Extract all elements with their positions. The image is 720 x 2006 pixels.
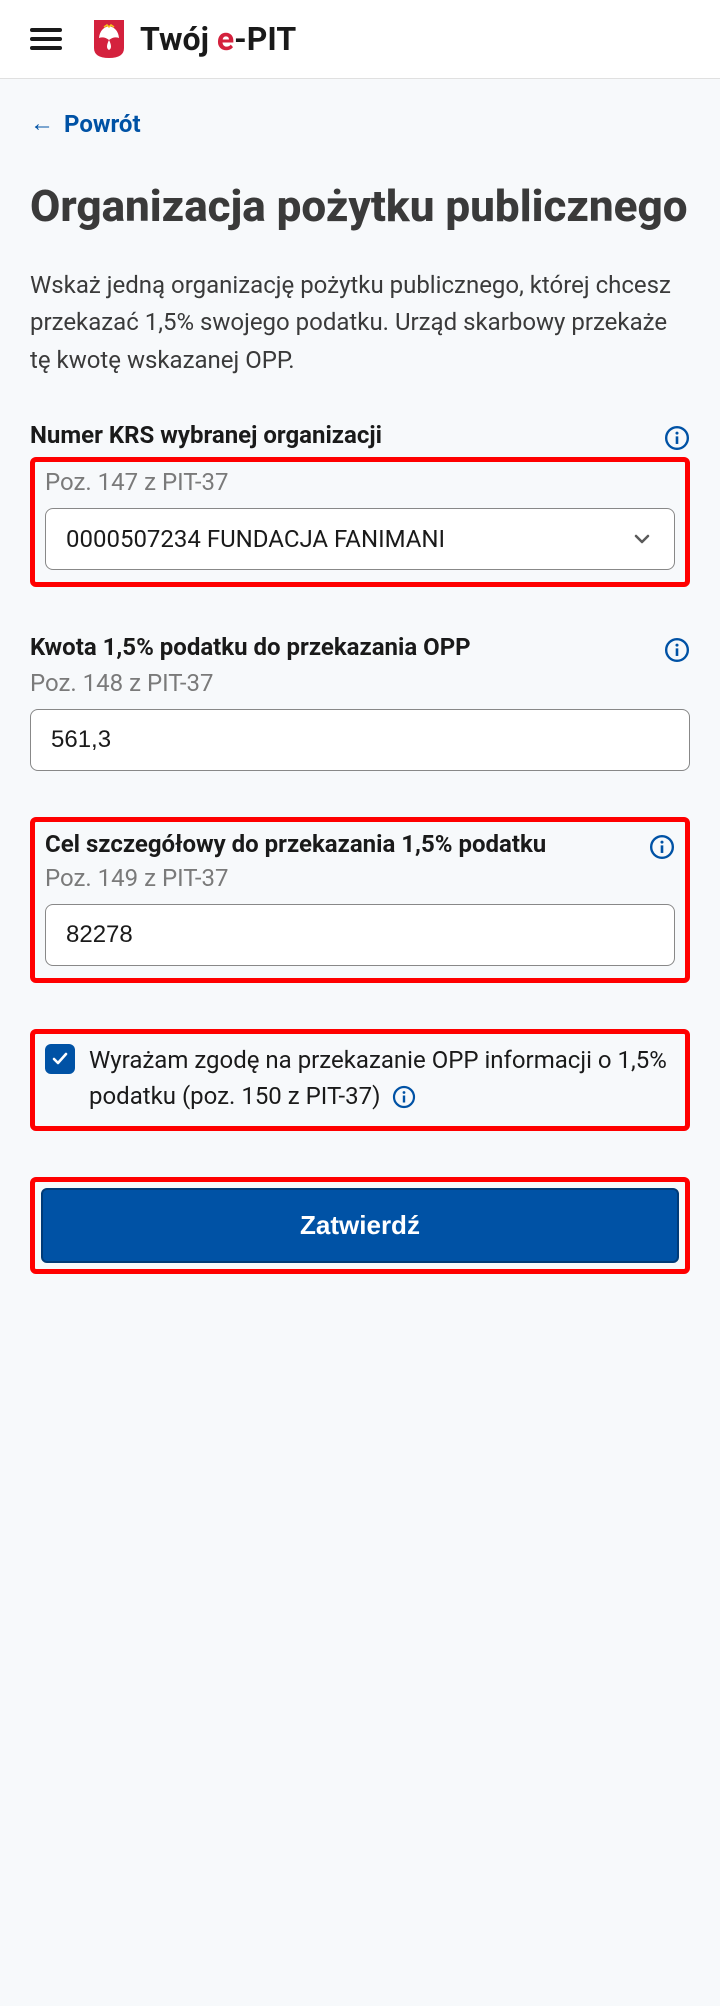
page-title: Organizacja pożytku publicznego	[30, 178, 690, 235]
eagle-emblem-icon	[90, 18, 128, 60]
krs-highlight-box: Poz. 147 z PIT-37 0000507234 FUNDACJA FA…	[30, 457, 690, 587]
purpose-label: Cel szczegółowy do przekazania 1,5% poda…	[45, 830, 649, 858]
consent-checkbox[interactable]	[45, 1044, 75, 1074]
consent-highlight-box: Wyrażam zgodę na przekazanie OPP informa…	[30, 1029, 690, 1131]
app-header: Twój e-PIT	[0, 0, 720, 79]
menu-icon[interactable]	[30, 28, 62, 50]
purpose-input[interactable]	[45, 904, 675, 966]
purpose-caption: Poz. 149 z PIT-37	[45, 864, 675, 892]
back-button[interactable]: ← Powrót	[30, 109, 141, 138]
info-icon[interactable]	[664, 637, 690, 663]
back-label: Powrót	[64, 110, 141, 138]
info-icon[interactable]	[664, 425, 690, 451]
amount-label: Kwota 1,5% podatku do przekazania OPP	[30, 633, 664, 661]
amount-input[interactable]	[30, 709, 690, 771]
consent-text: Wyrażam zgodę na przekazanie OPP informa…	[89, 1042, 675, 1114]
purpose-highlight-box: Cel szczegółowy do przekazania 1,5% poda…	[30, 817, 690, 983]
krs-value: 0000507234 FUNDACJA FANIMANI	[66, 525, 445, 553]
submit-button[interactable]: Zatwierdź	[41, 1188, 679, 1263]
krs-select[interactable]: 0000507234 FUNDACJA FANIMANI	[45, 508, 675, 570]
amount-caption: Poz. 148 z PIT-37	[30, 669, 690, 697]
chevron-down-icon	[630, 527, 654, 551]
krs-label: Numer KRS wybranej organizacji	[30, 421, 664, 449]
submit-highlight-box: Zatwierdź	[30, 1177, 690, 1274]
info-icon[interactable]	[392, 1085, 416, 1109]
info-icon[interactable]	[649, 834, 675, 860]
main-content: ← Powrót Organizacja pożytku publicznego…	[0, 79, 720, 1304]
app-logo-text: Twój e-PIT	[140, 20, 296, 58]
intro-text: Wskaż jedną organizację pożytku publiczn…	[30, 267, 690, 379]
krs-caption: Poz. 147 z PIT-37	[45, 468, 675, 496]
check-icon	[51, 1050, 69, 1068]
arrow-left-icon: ←	[30, 109, 54, 138]
